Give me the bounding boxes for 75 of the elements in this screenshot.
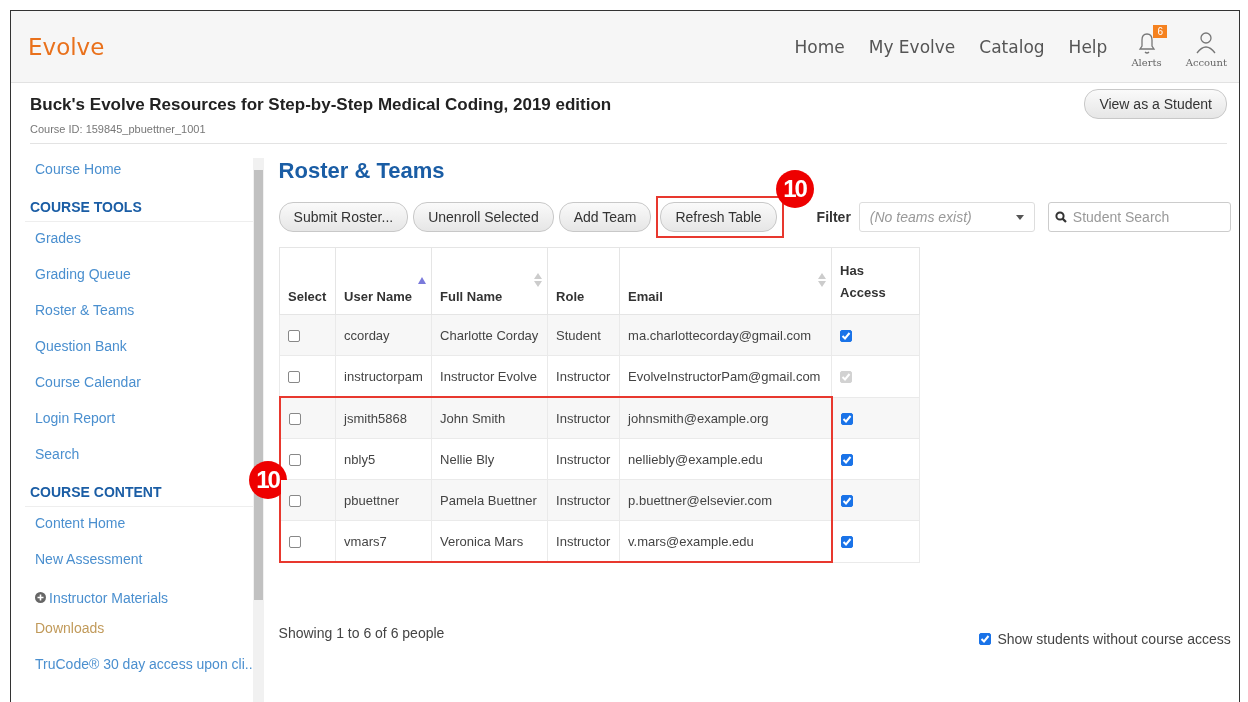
sort-up-icon[interactable]: [418, 277, 427, 284]
sidebar-link[interactable]: Grading Queue: [25, 266, 253, 302]
table-cell: pbuettner: [335, 479, 432, 521]
table-cell: Nellie Bly: [431, 438, 548, 480]
table-cell: ccorday: [335, 314, 432, 356]
sidebar-link[interactable]: Content Home: [25, 515, 253, 551]
column-header[interactable]: Full Name: [440, 289, 503, 304]
access-checkbox[interactable]: [840, 536, 853, 549]
page-title: Roster & Teams: [278, 158, 446, 184]
column-header[interactable]: User Name: [344, 289, 412, 304]
caret-icon: [1015, 214, 1024, 220]
table-cell: johnsmith@example.org: [619, 397, 832, 439]
select-checkbox[interactable]: [288, 330, 301, 343]
toolbar-button[interactable]: Add Team: [558, 202, 652, 232]
table-cell: Veronica Mars: [431, 520, 548, 562]
sidebar-link[interactable]: Course Calendar: [25, 374, 253, 410]
sidebar-link[interactable]: Course Home: [25, 161, 253, 197]
table-cell: p.buettner@elsevier.com: [619, 479, 832, 521]
table-cell: Student: [547, 314, 620, 356]
table-cell: v.mars@example.edu: [619, 520, 832, 562]
column-header[interactable]: Select: [288, 289, 327, 304]
table-cell: Instructor: [547, 479, 620, 521]
select-checkbox[interactable]: [288, 454, 301, 467]
table-cell: Instructor: [547, 520, 620, 562]
search-icon: [1054, 211, 1067, 223]
alert-count: 6: [1153, 25, 1167, 38]
sidebar-link[interactable]: New Assessment: [25, 551, 253, 587]
result-count: Showing 1 to 6 of 6 people: [278, 625, 445, 643]
nav-link[interactable]: Home: [794, 36, 845, 57]
select-checkbox[interactable]: [288, 495, 301, 508]
callout-badge: 10: [775, 170, 814, 208]
toolbar-button[interactable]: Submit Roster...: [278, 202, 409, 232]
select-checkbox[interactable]: [288, 413, 301, 426]
table-cell: nbly5: [335, 438, 432, 480]
access-checkbox[interactable]: [840, 495, 853, 508]
sidebar-heading: COURSE TOOLS: [25, 197, 253, 222]
select-checkbox[interactable]: [288, 371, 301, 384]
checkbox[interactable]: [979, 633, 992, 645]
table-cell: Instructor: [547, 397, 620, 439]
toolbar-button[interactable]: Unenroll Selected: [413, 202, 554, 232]
access-checkbox[interactable]: [840, 412, 853, 425]
select-checkbox[interactable]: [288, 536, 301, 549]
table-cell: vmars7: [335, 520, 432, 562]
column-header[interactable]: Role: [556, 289, 585, 304]
table-cell: Charlotte Corday: [431, 314, 548, 356]
nav-link[interactable]: My Evolve: [868, 36, 956, 57]
plus-icon[interactable]: [35, 592, 46, 603]
column-header[interactable]: Email: [628, 289, 663, 304]
nav-link[interactable]: Help: [1068, 36, 1108, 57]
access-checkbox[interactable]: [840, 454, 853, 467]
team-filter-dropdown[interactable]: (No teams exist): [858, 202, 1035, 232]
sidebar-link[interactable]: TruCode® 30 day access upon cli..: [25, 656, 253, 692]
student-search-field[interactable]: Student Search: [1047, 202, 1231, 232]
table-cell: Pamela Buettner: [431, 479, 548, 521]
callout-badge: 10: [248, 461, 287, 499]
table-cell: John Smith: [431, 397, 548, 439]
table-cell: Instructor: [547, 438, 620, 480]
sidebar-link[interactable]: Login Report: [25, 410, 253, 446]
sidebar-link[interactable]: Question Bank: [25, 338, 253, 374]
course-id: Course ID: 159845_pbuettner_1001: [30, 123, 207, 135]
sidebar-link[interactable]: Grades: [25, 230, 253, 266]
toolbar-button[interactable]: Refresh Table: [660, 202, 777, 232]
alerts-label[interactable]: Alerts: [1131, 57, 1162, 68]
course-title: Buck's Evolve Resources for Step-by-Step Medical Coding, 2019 edition: [30, 95, 612, 115]
table-cell: jsmith5868: [335, 397, 432, 439]
sidebar-link[interactable]: Roster & Teams: [25, 302, 253, 338]
checkbox-label[interactable]: Show students without course access: [997, 631, 1231, 647]
filter-label: Filter: [816, 209, 851, 225]
access-checkbox[interactable]: [840, 330, 853, 343]
sidebar-heading: COURSE CONTENT: [25, 482, 253, 507]
sidebar-link[interactable]: Instructor Materials: [49, 590, 169, 606]
table-cell: ma.charlottecorday@gmail.com: [619, 314, 832, 356]
nav-link[interactable]: Catalog: [979, 36, 1045, 57]
account-label[interactable]: Account: [1185, 57, 1227, 68]
view-as-student-button[interactable]: View as a Student: [1084, 89, 1227, 119]
